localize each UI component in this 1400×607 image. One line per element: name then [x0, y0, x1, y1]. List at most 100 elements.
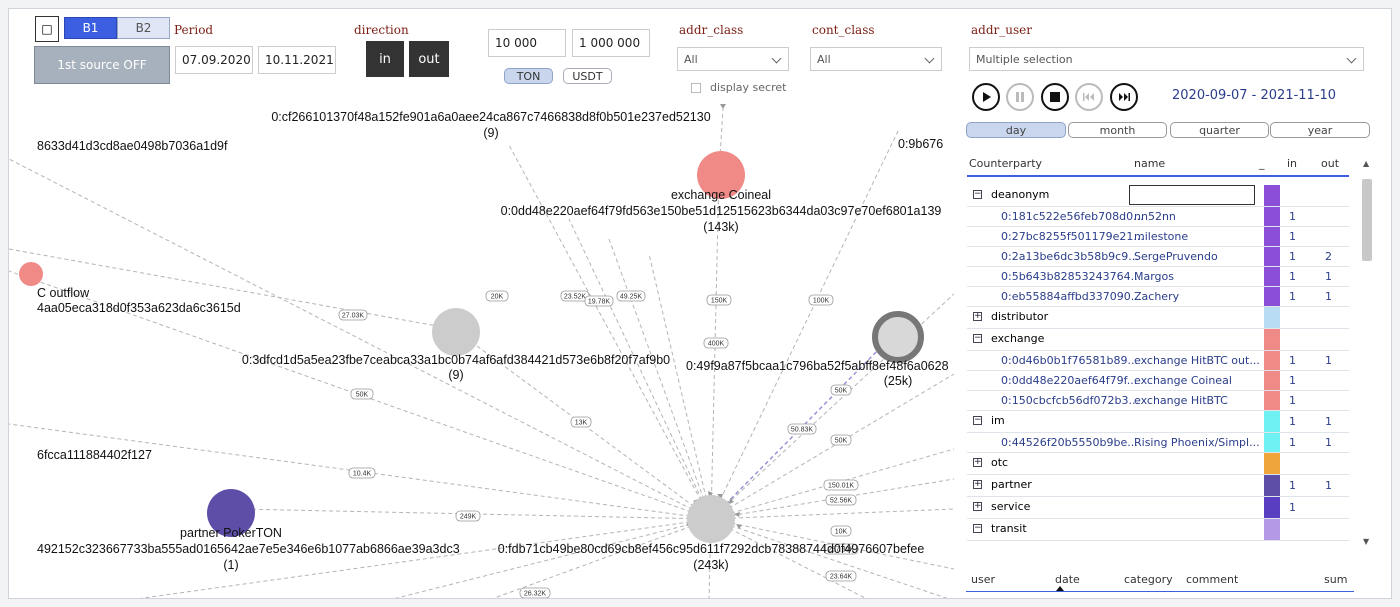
- group-row[interactable]: − transit: [967, 519, 1349, 541]
- b2-button[interactable]: B2: [117, 17, 170, 39]
- svg-text:100K: 100K: [813, 298, 830, 305]
- group-row[interactable]: + otc: [967, 453, 1349, 475]
- counterparty-name: exchange Coineal: [1134, 374, 1232, 387]
- first-source-button[interactable]: 1st source OFF: [34, 46, 170, 84]
- expand-icon[interactable]: +: [973, 502, 982, 511]
- direction-in-button[interactable]: in: [366, 41, 404, 77]
- period-quarter-tab[interactable]: quarter: [1170, 122, 1269, 138]
- group-label: distributor: [991, 310, 1049, 323]
- group-row[interactable]: − im 1 1: [967, 411, 1349, 433]
- cont-class-select[interactable]: All: [810, 47, 942, 71]
- table-row[interactable]: 0:0dd48e220aef64f79f... exchange Coineal 1: [967, 371, 1349, 391]
- collapse-icon[interactable]: −: [973, 524, 982, 533]
- select-toggle-checkbox[interactable]: □: [35, 16, 59, 42]
- group-row[interactable]: + service 1: [967, 497, 1349, 519]
- col-in[interactable]: in: [1287, 157, 1297, 170]
- node-center-volume: (243k): [693, 558, 728, 572]
- play-button[interactable]: [972, 83, 1000, 111]
- out-count: 1: [1325, 270, 1332, 283]
- counterparty-address[interactable]: 0:eb55884affbd337090...: [1001, 290, 1141, 303]
- scroll-down-arrow[interactable]: ▼: [1363, 537, 1369, 546]
- footer-col-date[interactable]: date: [1055, 573, 1080, 586]
- group-row[interactable]: − exchange: [967, 329, 1349, 351]
- category-color-swatch: [1264, 329, 1280, 351]
- in-count: 1: [1289, 250, 1296, 263]
- collapse-icon[interactable]: −: [973, 190, 982, 199]
- counterparty-address[interactable]: 0:27bc8255f501179e21...: [1001, 230, 1144, 243]
- date-to-input[interactable]: 10.11.2021: [258, 46, 336, 74]
- counterparty-address[interactable]: 0:5b643b82853243764...: [1001, 270, 1141, 283]
- svg-text:49.25K: 49.25K: [620, 294, 643, 301]
- table-row[interactable]: 0:2a13be6dc3b58b9c9... SergePruvendo 1 2: [967, 247, 1349, 267]
- period-year-tab[interactable]: year: [1270, 122, 1370, 138]
- period-month-tab[interactable]: month: [1068, 122, 1167, 138]
- table-row[interactable]: 0:181c522e56feb708d0... nn52nn 1: [967, 207, 1349, 227]
- footer-col-user[interactable]: user: [971, 573, 995, 586]
- node-mid[interactable]: [432, 308, 480, 356]
- out-count: 1: [1325, 290, 1332, 303]
- col-out[interactable]: out: [1321, 157, 1339, 170]
- period-day-tab[interactable]: day: [966, 122, 1066, 138]
- footer-col-sum[interactable]: sum: [1324, 573, 1347, 586]
- node-center[interactable]: [687, 495, 735, 543]
- stop-button[interactable]: [1041, 83, 1069, 111]
- table-row[interactable]: 0:0d46b0b1f76581b89... exchange HitBTC ou…: [967, 351, 1349, 371]
- category-color-swatch: [1264, 433, 1280, 453]
- category-color-swatch: [1264, 497, 1280, 519]
- direction-out-button[interactable]: out: [409, 41, 449, 77]
- col-counterparty[interactable]: Counterparty: [969, 157, 1042, 170]
- table-row[interactable]: 0:5b643b82853243764... Margos 1 1: [967, 267, 1349, 287]
- svg-text:26.32K: 26.32K: [524, 591, 547, 598]
- amount-min-input[interactable]: 10 000: [488, 29, 566, 57]
- counterparty-address[interactable]: 0:150cbcfcb56df072b3...: [1001, 394, 1139, 407]
- node-ring[interactable]: [872, 311, 924, 363]
- b1-button[interactable]: B1: [64, 17, 117, 39]
- currency-usdt-toggle[interactable]: USDT: [563, 68, 612, 84]
- fast-forward-button[interactable]: [1110, 83, 1138, 111]
- table-scrollbar[interactable]: ▲ ▼: [1361, 159, 1373, 551]
- svg-text:50.83K: 50.83K: [791, 427, 814, 434]
- svg-text:50K: 50K: [356, 392, 369, 399]
- table-row[interactable]: 0:eb55884affbd337090... Zachery 1 1: [967, 287, 1349, 307]
- currency-ton-toggle[interactable]: TON: [504, 68, 553, 84]
- in-count: 1: [1289, 230, 1296, 243]
- counterparty-address[interactable]: 0:0dd48e220aef64f79f...: [1001, 374, 1137, 387]
- rewind-button[interactable]: [1075, 83, 1103, 111]
- node-topright-address: 0:9b676: [898, 137, 943, 151]
- date-from-input[interactable]: 07.09.2020: [175, 46, 253, 74]
- col-color[interactable]: _: [1259, 157, 1265, 170]
- addr-user-select[interactable]: Multiple selection: [969, 47, 1364, 71]
- group-row[interactable]: − deanonym: [967, 185, 1349, 207]
- table-row[interactable]: 0:150cbcfcb56df072b3... exchange HitBTC 1: [967, 391, 1349, 411]
- group-row[interactable]: + partner 1 1: [967, 475, 1349, 497]
- footer-col-comment[interactable]: comment: [1186, 573, 1238, 586]
- out-count: 1: [1325, 354, 1332, 367]
- counterparty-address[interactable]: 0:0d46b0b1f76581b89...: [1001, 354, 1138, 367]
- table-row[interactable]: 0:44526f20b5550b9be... Rising Phoenix/Sim…: [967, 433, 1349, 453]
- amount-max-input[interactable]: 1 000 000: [572, 29, 650, 57]
- rewind-icon: [1083, 93, 1094, 101]
- collapse-icon[interactable]: −: [973, 416, 982, 425]
- expand-icon[interactable]: +: [973, 480, 982, 489]
- stop-icon: [1050, 92, 1060, 102]
- expand-icon[interactable]: +: [973, 312, 982, 321]
- addr-class-select[interactable]: All: [677, 47, 789, 71]
- expand-icon[interactable]: +: [973, 458, 982, 467]
- counterparty-table: Counterparty name _ in out − deanonym 0:18…: [967, 151, 1349, 541]
- scroll-thumb[interactable]: [1362, 179, 1372, 261]
- footer-col-category[interactable]: category: [1124, 573, 1173, 586]
- collapse-icon[interactable]: −: [973, 334, 982, 343]
- counterparty-address[interactable]: 0:2a13be6dc3b58b9c9...: [1001, 250, 1139, 263]
- node-outflow[interactable]: [19, 262, 43, 286]
- table-row[interactable]: 0:27bc8255f501179e21... milestone 1: [967, 227, 1349, 247]
- col-name[interactable]: name: [1134, 157, 1165, 170]
- group-row[interactable]: + distributor: [967, 307, 1349, 329]
- period-label: Period: [174, 23, 214, 37]
- addr-user-label: addr_user: [971, 23, 1032, 37]
- pause-button[interactable]: [1006, 83, 1034, 111]
- svg-text:400K: 400K: [708, 341, 725, 348]
- transaction-graph[interactable]: 27.03K 20K 23.52K 19.78K 49.25K 150K 100…: [9, 89, 954, 599]
- counterparty-address[interactable]: 0:44526f20b5550b9be...: [1001, 436, 1138, 449]
- scroll-up-arrow[interactable]: ▲: [1363, 159, 1369, 168]
- counterparty-address[interactable]: 0:181c522e56feb708d0...: [1001, 210, 1144, 223]
